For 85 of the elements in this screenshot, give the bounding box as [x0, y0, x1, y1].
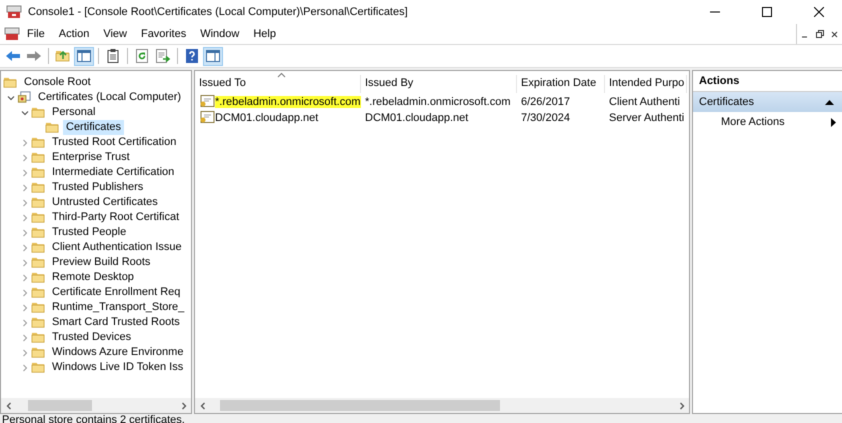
- back-arrow-icon: [6, 51, 20, 61]
- menu-item[interactable]: Help: [246, 28, 283, 40]
- close-icon: [814, 7, 824, 17]
- tree-item[interactable]: Intermediate Certification: [49, 165, 178, 180]
- folder-icon: [31, 210, 46, 225]
- tree-item[interactable]: Trusted Publishers: [49, 180, 146, 195]
- tree-item[interactable]: Smart Card Trusted Roots: [49, 315, 183, 330]
- table-cell: DCM01.cloudapp.net: [215, 112, 318, 124]
- menu-item[interactable]: Favorites: [134, 28, 194, 40]
- folder-icon: [31, 345, 46, 360]
- tree-item[interactable]: Preview Build Roots: [49, 255, 154, 270]
- menu-item[interactable]: File: [20, 28, 52, 40]
- tree-item[interactable]: Trusted Devices: [49, 330, 134, 345]
- table-cell-text: 6/26/2017: [520, 96, 571, 108]
- status-text: Personal store contains 2 certificates.: [2, 414, 185, 423]
- app-icon[interactable]: [4, 26, 20, 42]
- action-item[interactable]: More Actions: [693, 112, 842, 132]
- tree-item[interactable]: Trusted People: [49, 225, 130, 240]
- toolbar-button[interactable]: [203, 46, 223, 66]
- scrollbar-thumb[interactable]: [220, 400, 500, 411]
- menu-item[interactable]: Action: [52, 28, 96, 40]
- menu-item[interactable]: View: [96, 28, 134, 40]
- folder-icon: [31, 225, 46, 240]
- tree-item[interactable]: Third-Party Root Certificat: [49, 210, 182, 225]
- folder-icon: [31, 195, 46, 210]
- refresh-icon: [136, 49, 148, 63]
- column-header[interactable]: Intended Purpo: [605, 75, 687, 93]
- folder-icon: [31, 135, 46, 150]
- certificate-store-icon: [17, 90, 32, 105]
- tree-item[interactable]: Personal: [49, 105, 98, 120]
- actions-section-header[interactable]: Certificates: [693, 92, 842, 112]
- table-cell-text: DCM01.cloudapp.net: [364, 112, 470, 124]
- table-cell-text: Server Authenti: [608, 112, 686, 124]
- certificate-icon: [199, 110, 215, 125]
- folder-icon: [31, 105, 46, 120]
- table-cell-text: 7/30/2024: [520, 112, 571, 124]
- column-header[interactable]: Expiration Date: [517, 75, 605, 93]
- folder-icon: [31, 240, 46, 255]
- tree-item[interactable]: Remote Desktop: [49, 270, 137, 285]
- folder-icon: [31, 150, 46, 165]
- tree-item[interactable]: Console Root: [21, 75, 94, 90]
- toolbar-button[interactable]: [74, 46, 94, 66]
- tree-item[interactable]: Certificate Enrollment Req: [49, 285, 184, 300]
- restore-icon: [816, 30, 824, 38]
- window-title: Console1 - [Console Root\Certificates (Local Computer)\Personal\Certificates]: [28, 6, 409, 18]
- maximize-icon: [762, 7, 772, 17]
- table-cell-text: *.rebeladmin.onmicrosoft.com: [364, 96, 512, 108]
- folder-icon: [31, 285, 46, 300]
- folder-icon: [31, 270, 46, 285]
- column-header[interactable]: Issued By: [361, 75, 517, 93]
- tree-item[interactable]: Untrusted Certificates: [49, 195, 161, 210]
- menu-item[interactable]: Window: [193, 28, 246, 40]
- folder-icon: [31, 360, 46, 375]
- clipboard-icon: [108, 49, 118, 63]
- folder-icon: [31, 165, 46, 180]
- tree-item[interactable]: Windows Live ID Token Iss: [49, 360, 186, 375]
- tree-item[interactable]: Client Authentication Issue: [49, 240, 185, 255]
- tree-item[interactable]: Runtime_Transport_Store_: [49, 300, 188, 315]
- folder-icon: [31, 315, 46, 330]
- folder-icon: [31, 330, 46, 345]
- forward-arrow-icon: [27, 51, 41, 61]
- folder-up-icon: [56, 50, 70, 62]
- pane-toggle-icon: [206, 50, 220, 62]
- folder-icon: [31, 300, 46, 315]
- folder-icon: [31, 180, 46, 195]
- tree-item[interactable]: Certificates: [63, 120, 124, 135]
- certificate-icon: [199, 94, 215, 109]
- table-cell: *.rebeladmin.onmicrosoft.com: [215, 96, 361, 108]
- close-icon: [831, 30, 838, 38]
- scrollbar-thumb[interactable]: [28, 400, 92, 411]
- folder-icon: [3, 75, 18, 90]
- help-icon: [186, 49, 198, 63]
- folder-icon: [45, 120, 60, 135]
- tree-item[interactable]: Enterprise Trust: [49, 150, 133, 165]
- table-cell-text: Client Authenti: [608, 96, 681, 108]
- export-icon: [156, 49, 170, 63]
- tree-item[interactable]: Trusted Root Certification: [49, 135, 180, 150]
- tree-item[interactable]: Certificates (Local Computer): [35, 90, 184, 105]
- collapse-triangle-icon: [825, 99, 834, 105]
- submenu-triangle-icon: [831, 118, 836, 126]
- tree-item[interactable]: Windows Azure Environme: [49, 345, 186, 360]
- pane-toggle-icon: [77, 50, 91, 62]
- folder-icon: [31, 255, 46, 270]
- column-header[interactable]: Issued To: [195, 75, 361, 93]
- app-icon: [6, 4, 22, 20]
